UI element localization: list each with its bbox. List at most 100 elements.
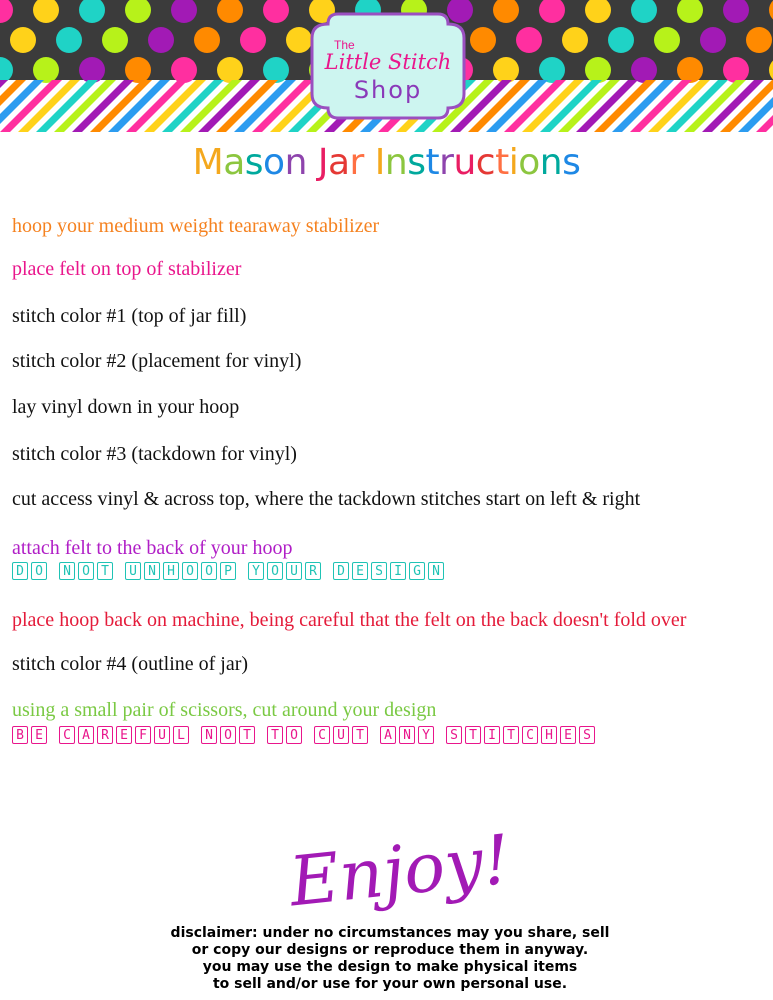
warning-be-careful: BECAREFULNOTTOCUTANYSTITCHES <box>12 726 598 744</box>
boxed-letter: O <box>286 726 302 744</box>
step-stitch-color-1: stitch color #1 (top of jar fill) <box>12 305 247 327</box>
boxed-letter: T <box>465 726 481 744</box>
decorative-header: The Little Stitch Shop <box>0 0 773 140</box>
boxed-letter: U <box>125 562 141 580</box>
boxed-letter: O <box>201 562 217 580</box>
boxed-letter: O <box>267 562 283 580</box>
boxed-letter: B <box>12 726 28 744</box>
enjoy-script: Enjoy! <box>285 820 515 923</box>
polka-dot <box>516 27 542 53</box>
boxed-letter: A <box>380 726 396 744</box>
boxed-letter: T <box>503 726 519 744</box>
boxed-letter: N <box>428 562 444 580</box>
boxed-letter: I <box>390 562 406 580</box>
boxed-letter: T <box>267 726 283 744</box>
polka-dot <box>194 27 220 53</box>
title-letter: a <box>327 142 350 183</box>
boxed-letter: D <box>333 562 349 580</box>
polka-dot <box>125 57 151 83</box>
title-letter <box>364 142 375 183</box>
boxed-letter: O <box>78 562 94 580</box>
boxed-letter: C <box>314 726 330 744</box>
boxed-letter: R <box>305 562 321 580</box>
boxed-letter: C <box>59 726 75 744</box>
boxed-letter: U <box>333 726 349 744</box>
title-letter: o <box>263 142 285 183</box>
boxed-letter: E <box>352 562 368 580</box>
title-letter: t <box>495 142 509 183</box>
disclaimer-line-4: to sell and/or use for your own personal… <box>212 976 568 992</box>
boxed-letter: N <box>144 562 160 580</box>
title-letter: t <box>425 142 440 183</box>
boxed-letter: H <box>541 726 557 744</box>
polka-dot <box>470 27 496 53</box>
title-letter: J <box>317 142 329 183</box>
boxed-letter: Y <box>248 562 264 580</box>
step-cut-around-design: using a small pair of scissors, cut arou… <box>12 699 437 721</box>
polka-dot <box>562 27 588 53</box>
title-letter: u <box>453 142 476 183</box>
title-letter: M <box>192 142 224 183</box>
page-title: Mason Jar Instructions <box>0 142 773 183</box>
warning-do-not-unhoop: DONOTUNHOOPYOURDESIGN <box>12 562 447 580</box>
polka-dot <box>79 57 105 83</box>
logo-line-2: Shop <box>353 76 423 104</box>
boxed-letter: O <box>220 726 236 744</box>
title-letter: s <box>562 142 581 183</box>
boxed-letter: E <box>31 726 47 744</box>
boxed-letter: S <box>371 562 387 580</box>
boxed-letter: P <box>220 562 236 580</box>
title-letter: n <box>284 142 308 183</box>
step-hoop-stabilizer: hoop your medium weight tearaway stabili… <box>12 215 380 237</box>
step-place-hoop-back: place hoop back on machine, being carefu… <box>12 609 687 631</box>
polka-dot <box>493 57 519 83</box>
boxed-letter: T <box>239 726 255 744</box>
step-lay-vinyl: lay vinyl down in your hoop <box>12 396 240 418</box>
polka-dot <box>539 57 565 83</box>
boxed-letter: N <box>59 562 75 580</box>
polka-dot <box>171 57 197 83</box>
stripe <box>0 80 44 124</box>
polka-dot <box>608 27 634 53</box>
boxed-letter: N <box>201 726 217 744</box>
polka-dot <box>746 27 772 53</box>
polka-dot <box>723 57 749 83</box>
step-stitch-color-4: stitch color #4 (outline of jar) <box>12 653 249 675</box>
title-letter: n <box>384 142 408 183</box>
boxed-letter: T <box>97 562 113 580</box>
boxed-letter: E <box>560 726 576 744</box>
disclaimer-line-3: you may use the design to make physical … <box>202 959 578 975</box>
title-letter: I <box>374 142 386 183</box>
polka-dot <box>631 57 657 83</box>
title-letter: a <box>223 142 245 183</box>
title-letter: s <box>244 142 264 183</box>
boxed-letter: A <box>78 726 94 744</box>
boxed-letter: Y <box>418 726 434 744</box>
polka-dot <box>240 27 266 53</box>
boxed-letter: C <box>522 726 538 744</box>
logo-line-1: Little Stitch <box>324 50 452 74</box>
polka-dot <box>102 27 128 53</box>
polka-dot <box>217 57 243 83</box>
polka-dot <box>33 57 59 83</box>
polka-dot <box>585 57 611 83</box>
step-place-felt: place felt on top of stabilizer <box>12 258 242 280</box>
disclaimer-line-1: disclaimer: under no circumstances may y… <box>170 925 610 941</box>
boxed-letter: S <box>446 726 462 744</box>
polka-dot <box>677 57 703 83</box>
title-letter: s <box>407 142 426 183</box>
disclaimer-line-2: or copy our designs or reproduce them in… <box>191 942 589 958</box>
boxed-letter: U <box>286 562 302 580</box>
polka-dot <box>263 57 289 83</box>
boxed-letter: E <box>116 726 132 744</box>
boxed-letter: I <box>484 726 500 744</box>
boxed-letter: T <box>352 726 368 744</box>
boxed-letter: R <box>97 726 113 744</box>
boxed-letter: N <box>399 726 415 744</box>
polka-dot <box>56 27 82 53</box>
boxed-letter: D <box>12 562 28 580</box>
boxed-letter: L <box>173 726 189 744</box>
boxed-letter: O <box>182 562 198 580</box>
polka-dot <box>10 27 36 53</box>
step-stitch-color-3: stitch color #3 (tackdown for vinyl) <box>12 443 297 465</box>
